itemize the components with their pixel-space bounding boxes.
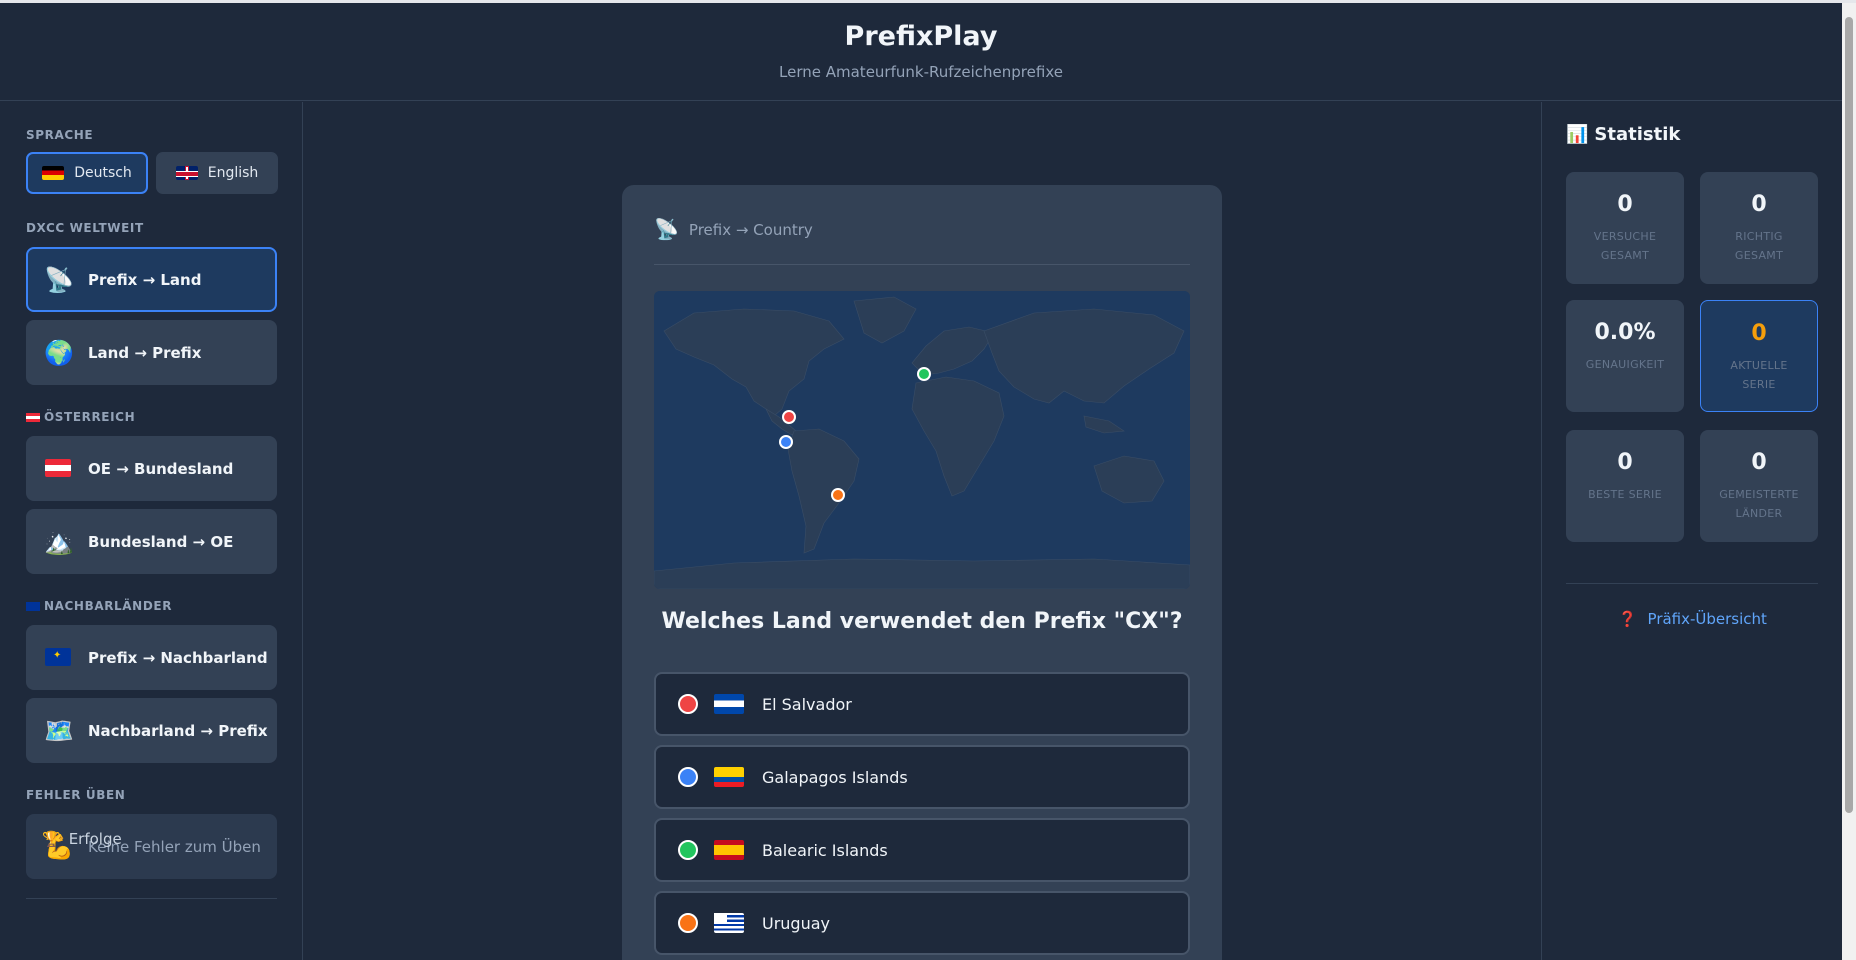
stat-label: BESTE SERIE	[1588, 488, 1662, 501]
answer-label: Galapagos Islands	[762, 767, 908, 787]
ecuador-flag-icon	[714, 767, 744, 787]
mode-label: Nachbarland → Prefix	[88, 721, 268, 740]
language-button-english[interactable]: English	[156, 152, 278, 194]
stat-label: GEMEISTERTE LÄNDER	[1719, 488, 1799, 520]
question-mark-icon: ❓	[1618, 610, 1637, 628]
mode-land-prefix[interactable]: 🌍 Land → Prefix	[26, 320, 277, 385]
stat-total-correct: 0 RICHTIG GESAMT	[1700, 172, 1818, 284]
answer-option-galapagos[interactable]: Galapagos Islands	[654, 745, 1190, 809]
stat-value: 0	[1751, 192, 1767, 217]
bar-chart-icon: 📊	[1566, 124, 1589, 145]
stat-value: 0	[1751, 450, 1767, 475]
map-marker-balearic[interactable]	[917, 367, 931, 381]
answer-label: Uruguay	[762, 913, 830, 933]
answer-option-uruguay[interactable]: Uruguay	[654, 891, 1190, 955]
stat-best-streak: 0 BESTE SERIE	[1566, 430, 1684, 542]
language-label: Deutsch	[74, 165, 132, 181]
uruguay-flag-icon	[714, 913, 744, 933]
language-switcher: Deutsch English	[26, 152, 278, 194]
achievements-label: Erfolge	[68, 830, 122, 848]
app-header: PrefixPlay Lerne Amateurfunk-Rufzeichenp…	[0, 3, 1842, 101]
answer-option-balearic[interactable]: Balearic Islands	[654, 818, 1190, 882]
language-button-deutsch[interactable]: Deutsch	[26, 152, 148, 194]
trophy-icon: 🏆	[42, 830, 61, 848]
satellite-dish-icon: 📡	[654, 217, 679, 241]
color-marker-dot	[678, 767, 698, 787]
color-marker-dot	[678, 913, 698, 933]
globe-icon: 🌍	[44, 338, 74, 367]
section-heading-austria: ÖSTERREICH	[26, 410, 135, 424]
color-marker-dot	[678, 694, 698, 714]
eu-flag-icon	[44, 644, 72, 672]
spain-flag-icon	[714, 840, 744, 860]
map-marker-galapagos[interactable]	[779, 435, 793, 449]
quiz-card: 📡 Prefix → Country Welches Land verwende…	[622, 185, 1222, 960]
stat-label: GENAUIGKEIT	[1585, 358, 1665, 371]
mode-oe-bundesland[interactable]: OE → Bundesland	[26, 436, 277, 501]
mode-label: Land → Prefix	[88, 343, 202, 362]
mode-label: OE → Bundesland	[88, 459, 234, 478]
language-label: English	[207, 165, 259, 181]
mode-bundesland-oe[interactable]: 🏔️ Bundesland → OE	[26, 509, 277, 574]
quiz-mode-header: 📡 Prefix → Country	[654, 217, 1190, 265]
scrollbar-thumb[interactable]	[1845, 17, 1853, 813]
section-heading-mistakes: FEHLER ÜBEN	[26, 788, 126, 802]
color-marker-dot	[678, 840, 698, 860]
map-marker-uruguay[interactable]	[831, 488, 845, 502]
stat-value: 0	[1617, 192, 1633, 217]
prefix-overview-link[interactable]: ❓ Präfix-Übersicht	[1542, 610, 1843, 628]
section-heading-dxcc: DXCC WELTWEIT	[26, 221, 144, 235]
stat-label: VERSUCHE GESAMT	[1593, 230, 1657, 262]
map-marker-el-salvador[interactable]	[782, 410, 796, 424]
stat-value: 0.0%	[1594, 320, 1656, 345]
answer-label: El Salvador	[762, 694, 852, 714]
stat-total-attempts: 0 VERSUCHE GESAMT	[1566, 172, 1684, 284]
eu-flag-icon	[26, 602, 40, 611]
stats-divider	[1566, 583, 1818, 584]
statistics-panel: 📊 Statistik 0 VERSUCHE GESAMT 0 RICHTIG …	[1541, 102, 1842, 960]
sidebar-divider	[26, 898, 277, 899]
mode-nachbarland-prefix[interactable]: 🗺️ Nachbarland → Prefix	[26, 698, 277, 763]
stat-label: RICHTIG GESAMT	[1734, 230, 1784, 262]
language-heading: SPRACHE	[26, 128, 94, 142]
uk-flag-icon	[175, 166, 198, 180]
app-subtitle: Lerne Amateurfunk-Rufzeichenprefixe	[779, 63, 1063, 81]
world-map	[654, 291, 1190, 589]
stat-current-streak: 0 AKTUELLE SERIE	[1700, 300, 1818, 412]
satellite-dish-icon: 📡	[44, 265, 74, 294]
map-icon: 🗺️	[44, 716, 74, 745]
statistics-title: 📊 Statistik	[1566, 124, 1681, 145]
stat-label: AKTUELLE SERIE	[1730, 359, 1788, 391]
austria-flag-icon	[44, 455, 72, 483]
stat-value: 0	[1617, 450, 1633, 475]
el-salvador-flag-icon	[714, 694, 744, 714]
answer-option-el-salvador[interactable]: El Salvador	[654, 672, 1190, 736]
mode-label: Prefix → Nachbarland	[88, 648, 268, 667]
mode-prefix-land[interactable]: 📡 Prefix → Land	[26, 247, 277, 312]
quiz-question: Welches Land verwendet den Prefix "CX"?	[661, 609, 1183, 634]
answer-label: Balearic Islands	[762, 840, 888, 860]
prefix-overview-label: Präfix-Übersicht	[1647, 610, 1767, 628]
mode-prefix-nachbarland[interactable]: Prefix → Nachbarland	[26, 625, 277, 690]
app-title: PrefixPlay	[844, 21, 998, 52]
mountain-icon: 🏔️	[44, 527, 74, 556]
stat-value: 0	[1751, 321, 1767, 346]
stat-mastered-countries: 0 GEMEISTERTE LÄNDER	[1700, 430, 1818, 542]
page-scrollbar[interactable]	[1842, 3, 1856, 960]
german-flag-icon	[42, 166, 65, 180]
world-map-svg	[654, 291, 1190, 589]
mode-label: Bundesland → OE	[88, 532, 234, 551]
section-heading-neighbors: NACHBARLÄNDER	[26, 599, 172, 613]
quiz-mode-label: Prefix → Country	[688, 221, 813, 239]
achievements-link[interactable]: 🏆 Erfolge	[42, 830, 122, 848]
mode-label: Prefix → Land	[88, 270, 202, 289]
stat-accuracy: 0.0% GENAUIGKEIT	[1566, 300, 1684, 412]
austria-flag-icon	[26, 413, 40, 422]
